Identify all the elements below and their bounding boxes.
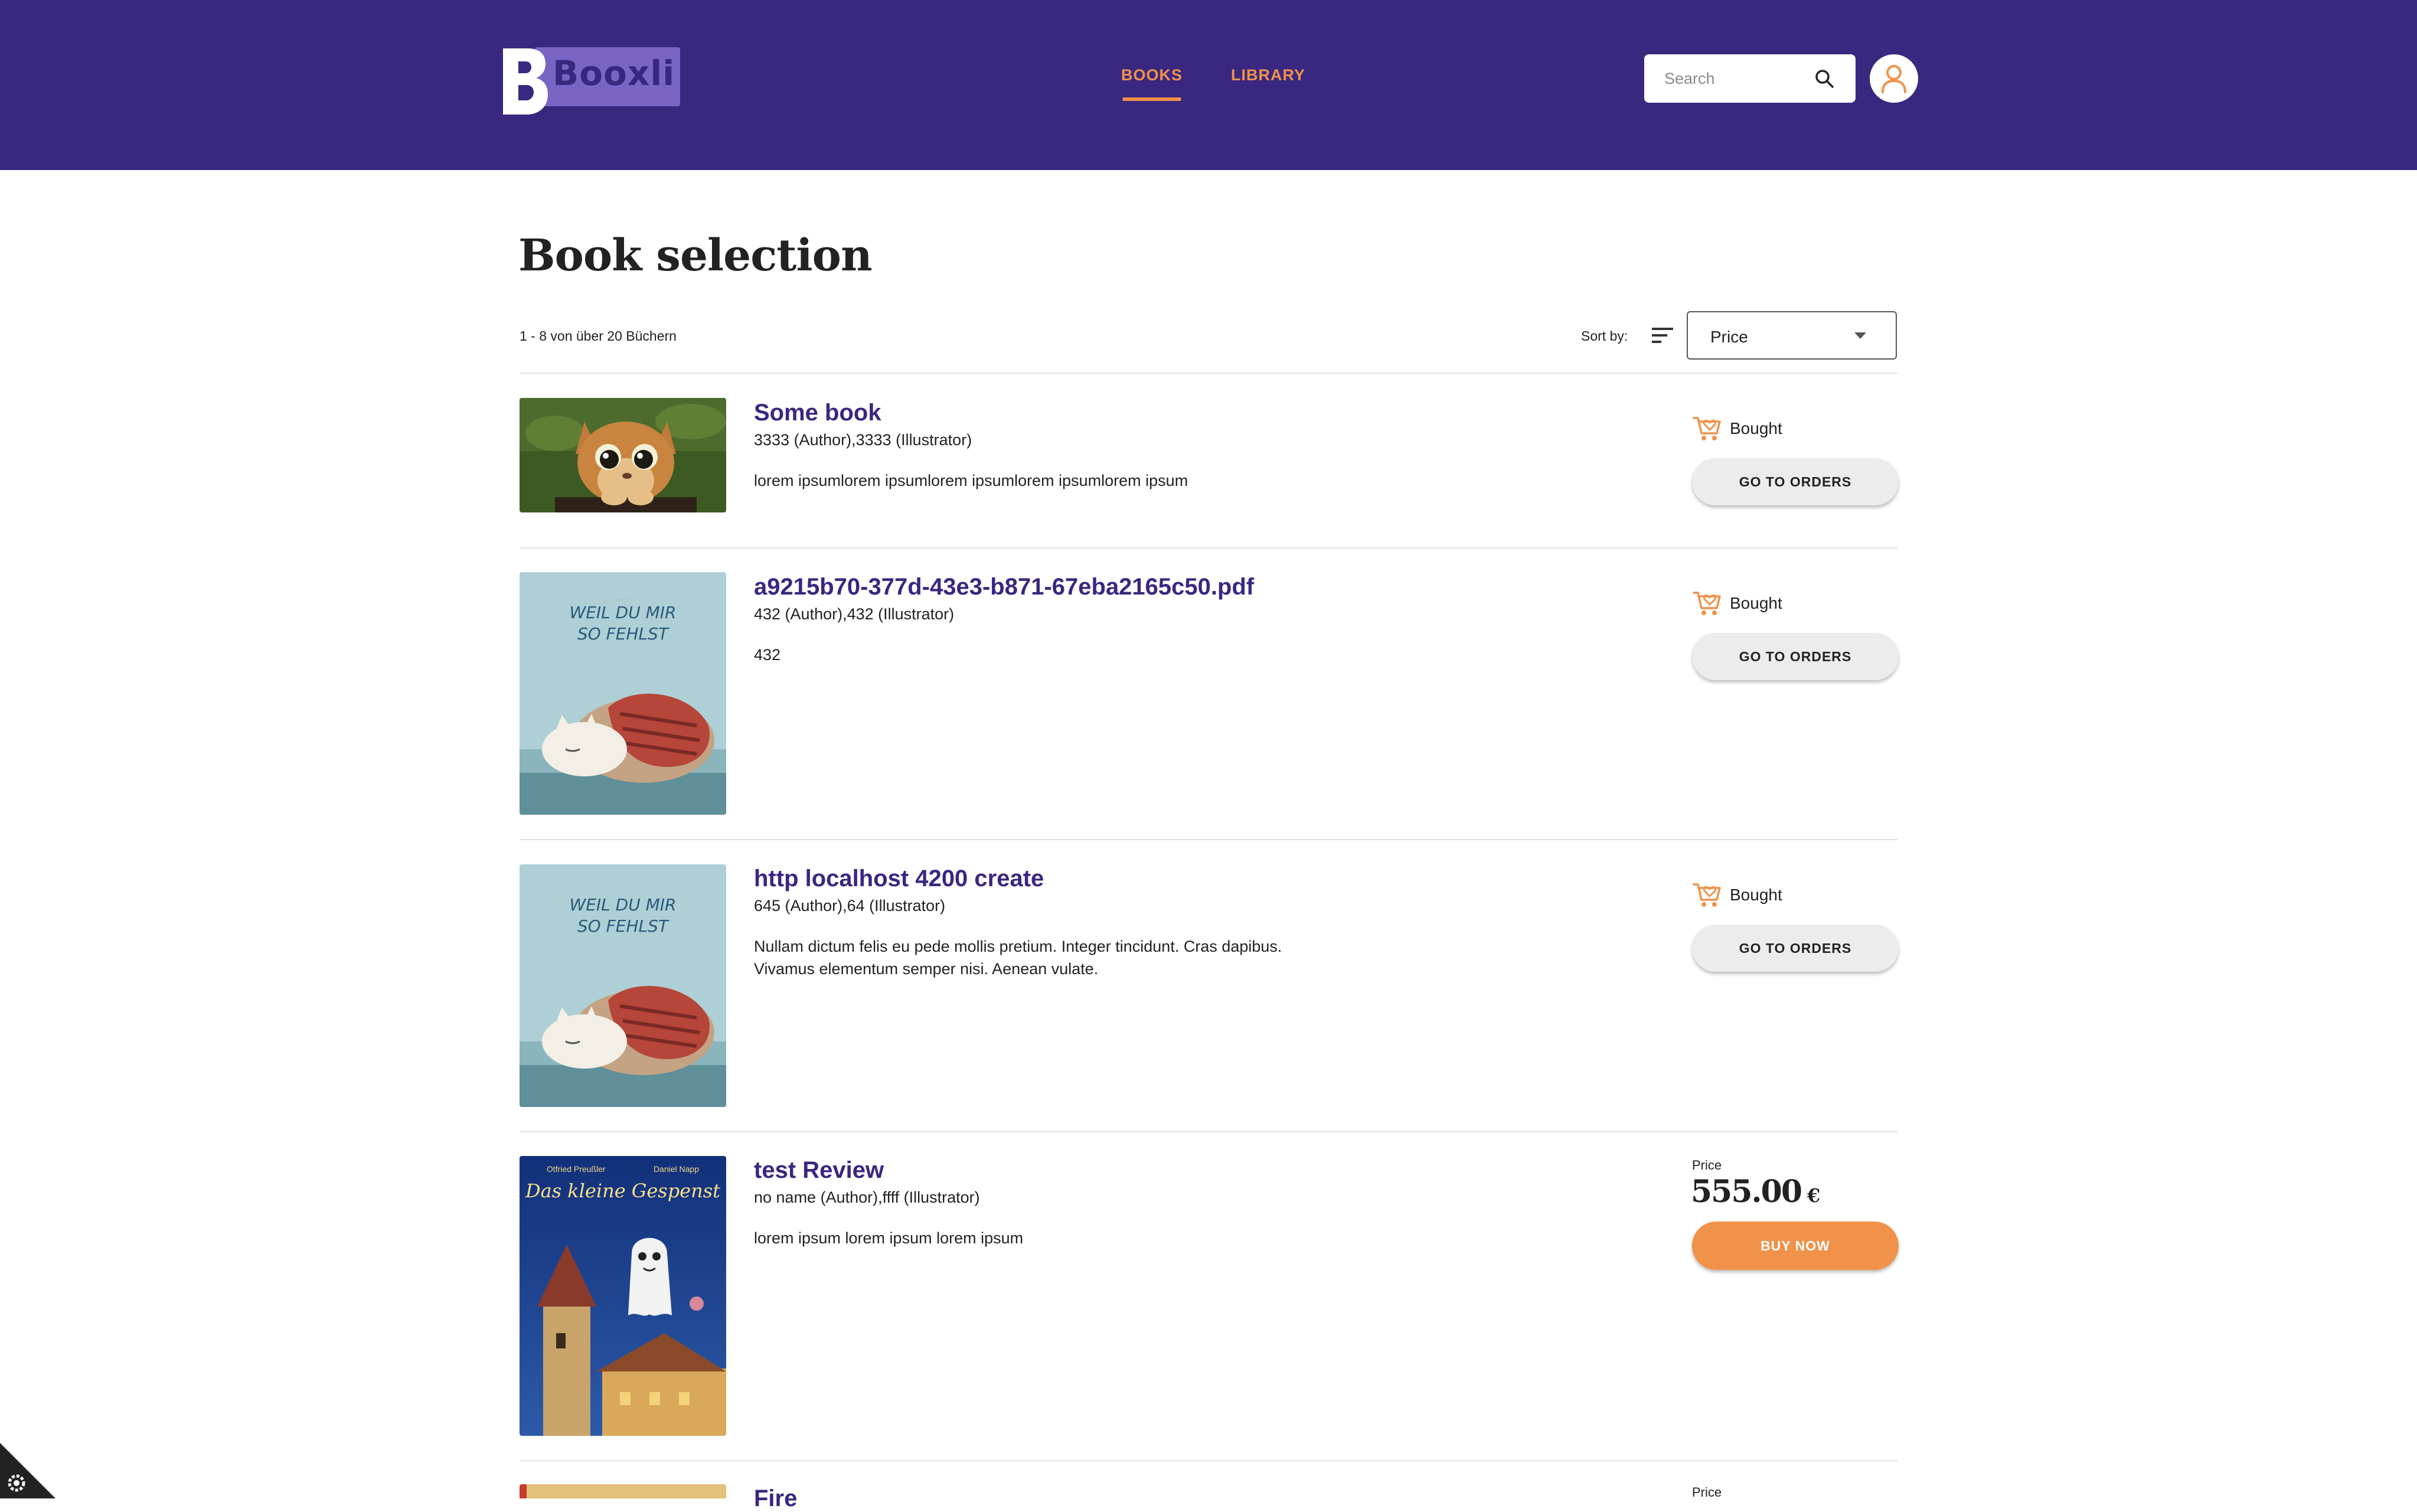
sort-selected-value: Price [1710,328,1748,346]
booxli-logo[interactable]: Booxli [501,47,680,115]
price-value: 555.00 € [1691,1174,1821,1210]
book-credits: 432 (Author),432 (Illustrator) [754,605,955,623]
divider [520,373,1897,374]
go-to-orders-button[interactable]: GO TO ORDERS [1692,633,1899,680]
nav-books[interactable]: BOOKS [1121,66,1183,101]
sort-label: Sort by: [1581,328,1628,344]
price-label: Price [1692,1485,1722,1500]
bought-label: Bought [1730,594,1782,612]
book-title[interactable]: Some book [754,400,881,426]
book-credits: 645 (Author),64 (Illustrator) [754,897,946,915]
cart-icon [1693,883,1721,907]
book-credits: no name (Author),ffff (Illustrator) [754,1188,980,1206]
divider [520,839,1897,840]
cart-icon [1693,592,1721,615]
sort-select[interactable]: Price [1687,311,1897,360]
result-count: 1 - 8 von über 20 Büchern [520,328,677,344]
book-description: lorem ipsum lorem ipsum lorem ipsum [754,1229,1024,1247]
sort-icon[interactable] [1651,326,1674,345]
book-title[interactable]: test Review [754,1157,884,1184]
bought-label: Bought [1730,419,1782,437]
book-credits: 3333 (Author),3333 (Illustrator) [754,431,972,449]
logo-b-icon [503,48,548,115]
book-title[interactable]: Fire [754,1485,797,1512]
user-icon [1882,65,1906,93]
buy-now-button[interactable]: BUY NOW [1692,1222,1899,1270]
top-bar: Booxli BOOKS LIBRARY Search [0,0,2417,170]
cookie-settings-button[interactable] [0,1443,55,1498]
divider [520,1460,1897,1461]
divider [520,1131,1897,1132]
divider [520,547,1897,548]
go-to-orders-button[interactable]: GO TO ORDERS [1692,458,1899,505]
book-description: lorem ipsumlorem ipsumlorem ipsumlorem i… [754,472,1188,489]
cover-edge [520,1484,527,1498]
cart-icon [1693,417,1721,440]
book-cover-image [520,398,726,512]
page-title: Book selection [518,230,873,281]
book-cover[interactable] [520,1484,726,1498]
book-title[interactable]: a9215b70-377d-43e3-b871-67eba2165c50.pdf [754,574,1254,600]
search-box[interactable]: Search [1644,54,1856,103]
book-title[interactable]: http localhost 4200 create [754,866,1044,892]
bought-label: Bought [1730,886,1782,904]
chevron-down-icon [1854,332,1866,339]
cover-title-text: WEIL DU MIR SO FEHLST [569,603,677,644]
logo-text: Booxli [553,53,675,93]
go-to-orders-button[interactable]: GO TO ORDERS [1692,925,1899,972]
book-cover[interactable] [520,398,726,512]
nav-library[interactable]: LIBRARY [1231,66,1305,84]
search-icon[interactable] [1814,68,1834,89]
user-avatar[interactable] [1870,54,1918,103]
book-description: 432 [754,646,781,664]
book-description: Nullam dictum felis eu pede mollis preti… [754,938,1282,978]
search-input[interactable]: Search [1664,70,1715,88]
price-label: Price [1692,1158,1722,1173]
cover-title-text: WEIL DU MIR SO FEHLST [569,895,677,936]
